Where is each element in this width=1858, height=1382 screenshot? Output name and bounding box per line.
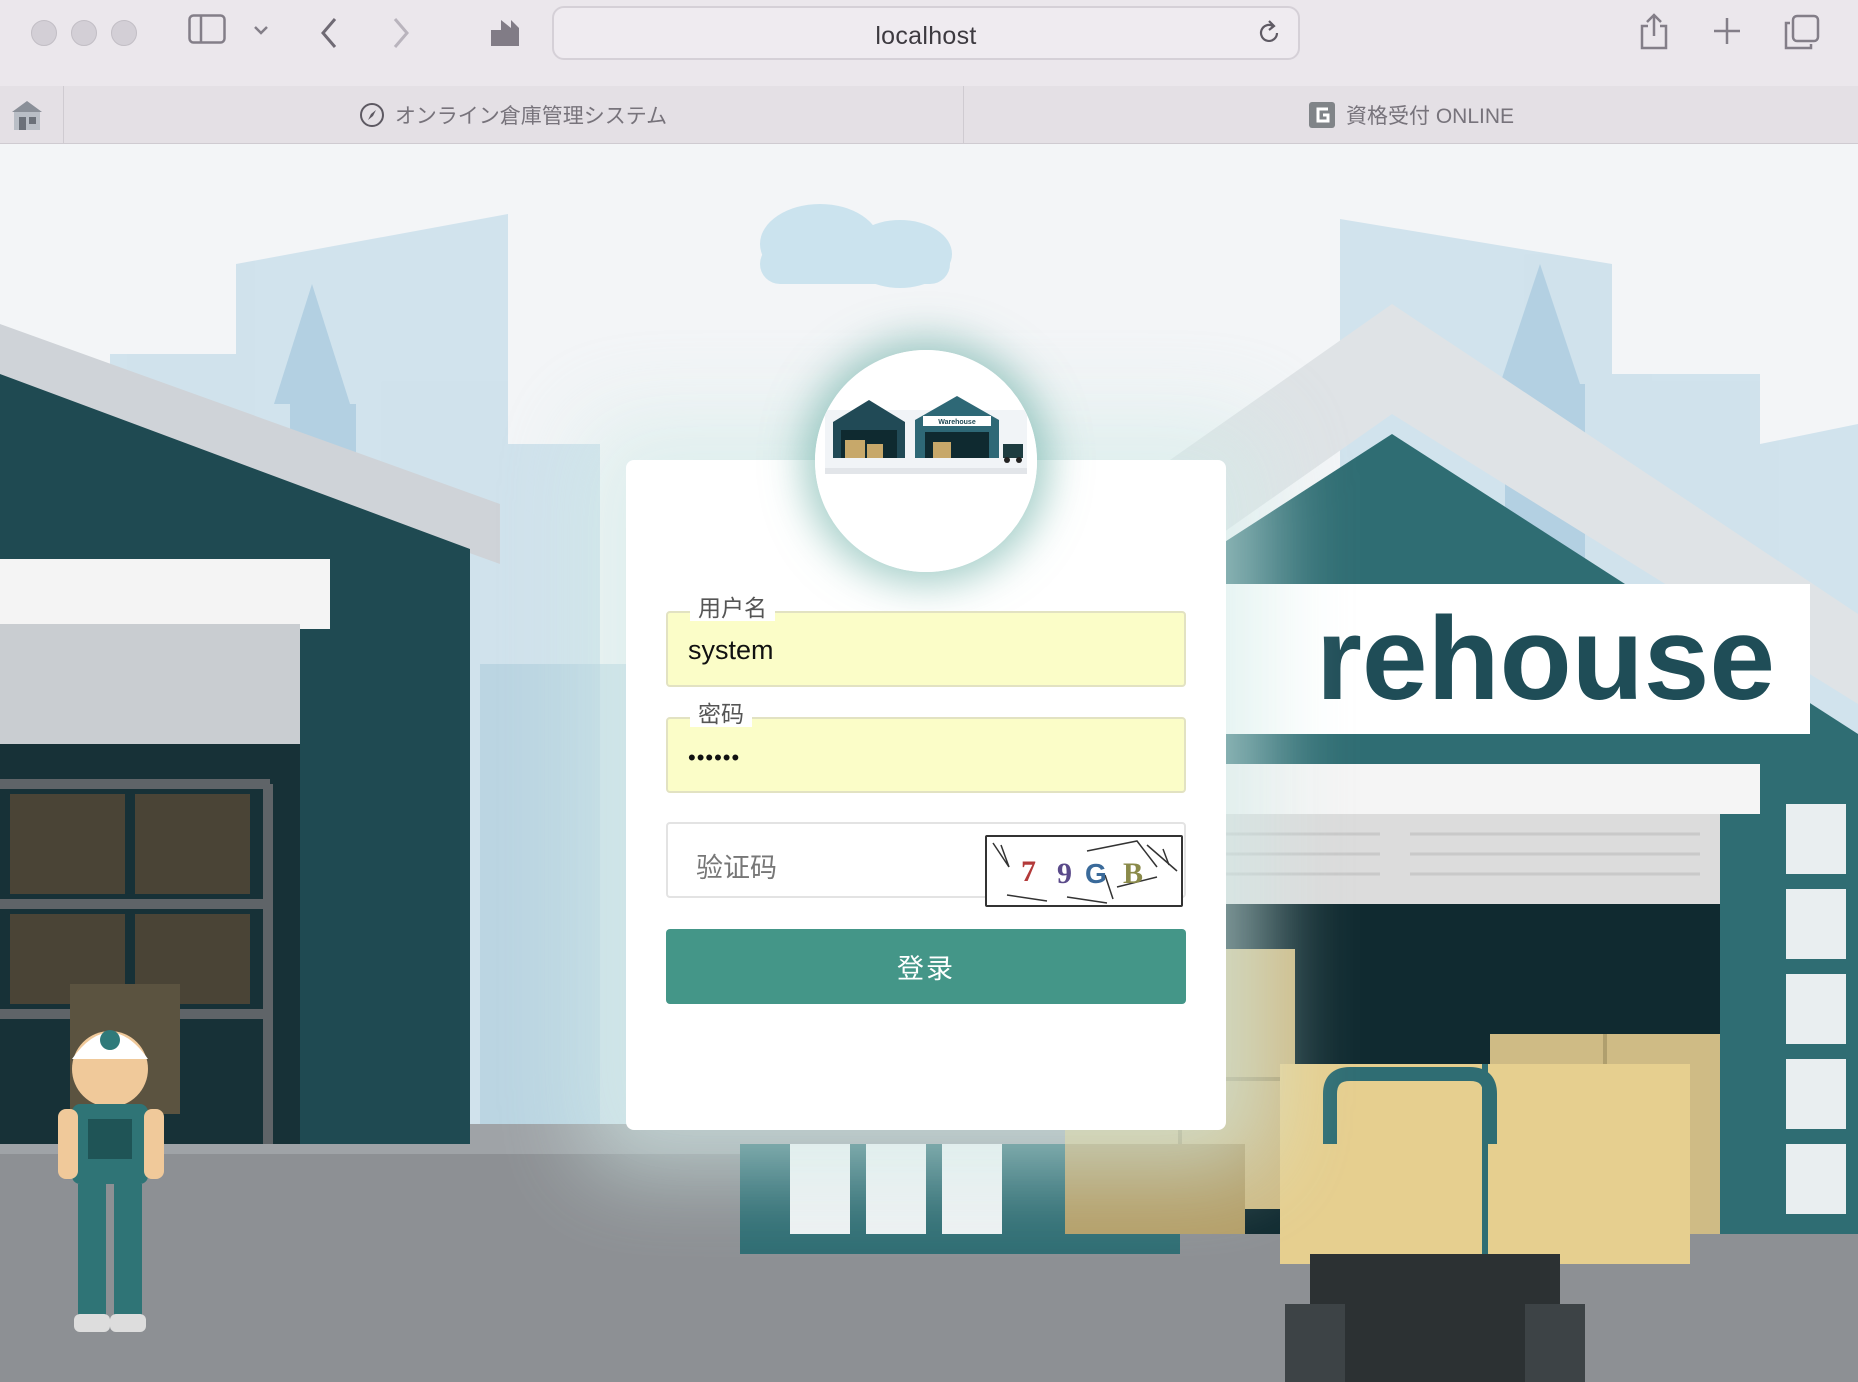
window-minimize-button[interactable] (71, 20, 97, 46)
new-tab-plus-icon[interactable] (1712, 16, 1742, 46)
warehouse-sign-text: rehouse (1316, 593, 1775, 725)
captcha-char: G (1085, 858, 1107, 889)
back-arrow-icon[interactable] (318, 16, 340, 50)
site-favicon-icon (1308, 101, 1335, 128)
warehouse-logo-avatar: Warehouse (815, 350, 1037, 572)
username-field[interactable]: 用户名 system (666, 595, 1186, 687)
login-button[interactable]: 登录 (666, 929, 1186, 1004)
captcha-char: 7 (1021, 855, 1036, 888)
favorite-warehouse-system[interactable]: オンライン倉庫管理システム (63, 86, 964, 143)
window-zoom-button[interactable] (111, 20, 137, 46)
username-input[interactable]: system (688, 635, 774, 666)
url-text: localhost (875, 22, 977, 50)
compass-icon (359, 102, 384, 127)
warehouse-logo-icon: Warehouse (815, 350, 1037, 572)
sidebar-toggle-icon[interactable] (188, 14, 226, 44)
password-input[interactable]: •••••• (688, 745, 740, 771)
captcha-char: 9 (1057, 857, 1072, 890)
favorite-qualification-online[interactable]: 資格受付 ONLINE (964, 86, 1858, 143)
share-icon[interactable] (1638, 12, 1670, 52)
captcha-image[interactable]: 7 9 G B (985, 835, 1183, 907)
address-bar[interactable]: localhost (552, 6, 1300, 60)
browser-titlebar: localhost (0, 0, 1858, 87)
tab-overview-icon[interactable] (1784, 14, 1820, 50)
password-label: 密码 (690, 701, 752, 727)
captcha-placeholder: 验证码 (696, 853, 777, 883)
favorite-label: 資格受付 ONLINE (1345, 104, 1515, 128)
home-favorite[interactable] (0, 86, 64, 143)
login-button-label: 登录 (897, 954, 955, 984)
password-field[interactable]: 密码 •••••• (666, 701, 1186, 793)
captcha-char: B (1123, 857, 1143, 890)
extension-icon[interactable] (487, 16, 523, 50)
chevron-down-icon[interactable] (253, 18, 269, 42)
reload-icon[interactable] (1254, 18, 1284, 48)
forward-arrow-icon[interactable] (390, 16, 412, 50)
favorite-label: オンライン倉庫管理システム (394, 104, 668, 128)
logo-sign-text: Warehouse (938, 419, 976, 426)
favorites-bar: オンライン倉庫管理システム 資格受付 ONLINE (0, 86, 1858, 144)
window-close-button[interactable] (31, 20, 57, 46)
username-label: 用户名 (690, 595, 775, 621)
warehouse-home-icon (12, 101, 42, 130)
